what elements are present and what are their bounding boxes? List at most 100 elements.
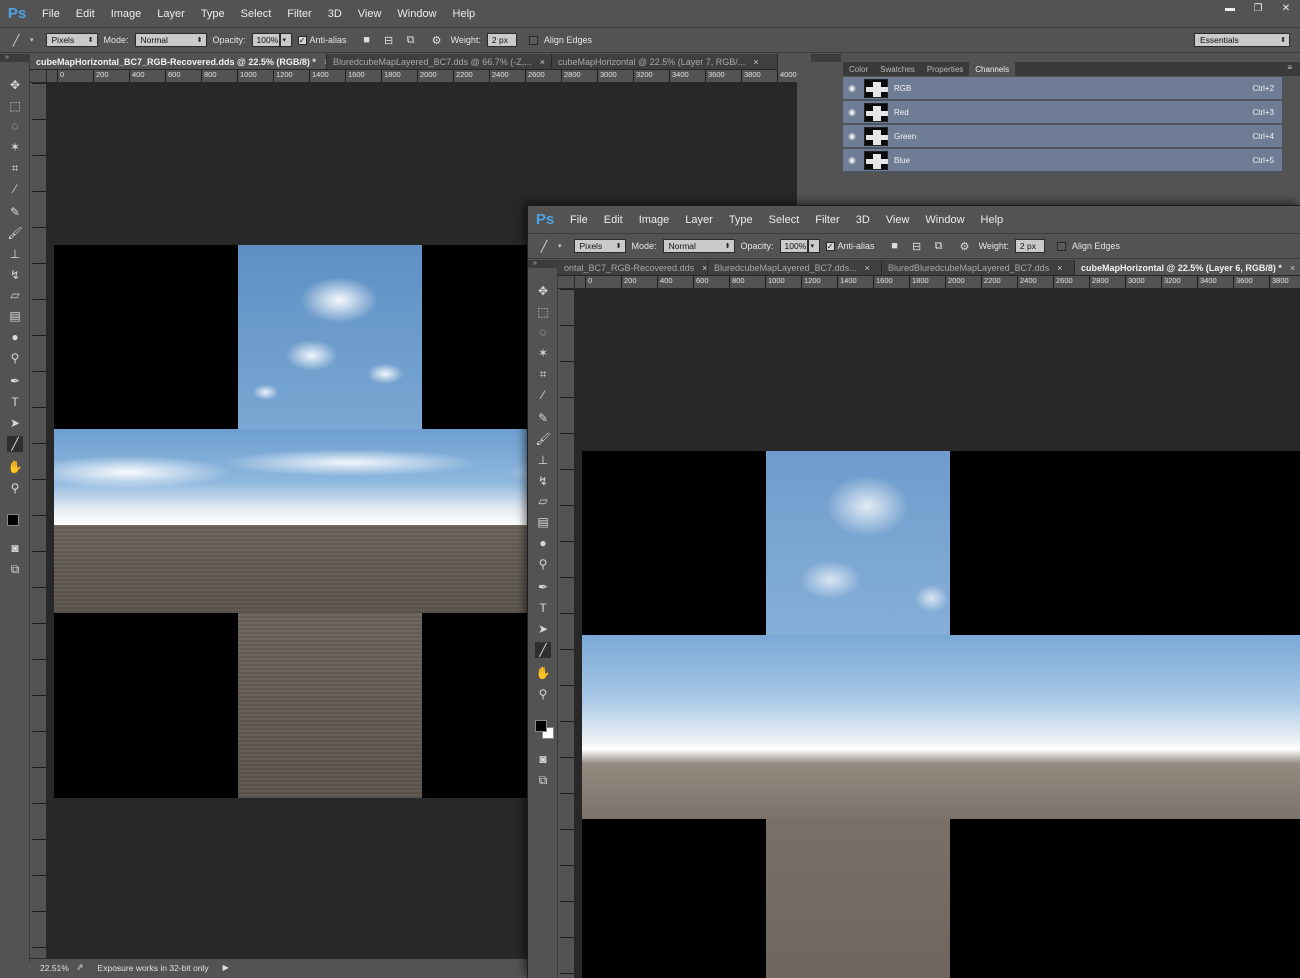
antialias-checkbox[interactable]: ✓ bbox=[825, 241, 835, 251]
tab-document-blured[interactable]: BluredcubeMapLayered_BC7.dds... × bbox=[708, 260, 882, 275]
panel-tab-swatches[interactable]: Swatches bbox=[874, 62, 921, 76]
tab-document-recovered[interactable]: ontal_BC7_RGB-Recovered.dds × bbox=[558, 260, 708, 275]
tab-close-icon[interactable]: × bbox=[753, 57, 758, 67]
hand-tool-icon[interactable]: ✋ bbox=[535, 665, 551, 681]
menu-image[interactable]: Image bbox=[103, 8, 150, 20]
eraser-tool-icon[interactable]: ▱ bbox=[7, 287, 23, 303]
tab-document-recovered[interactable]: cubeMapHorizontal_BC7_RGB-Recovered.dds … bbox=[30, 54, 327, 69]
panel-tab-properties[interactable]: Properties bbox=[921, 62, 969, 76]
tab-close-icon[interactable]: × bbox=[1290, 263, 1295, 273]
move-tool-icon[interactable]: ✥ bbox=[535, 283, 551, 299]
restore-button[interactable]: ❐ bbox=[1244, 0, 1272, 17]
line-tool-preset-icon[interactable]: ╱ bbox=[536, 238, 552, 254]
path-operations-icon[interactable]: ■ bbox=[359, 32, 375, 48]
blend-mode-select[interactable]: Normal ⬍ bbox=[134, 33, 207, 47]
blend-mode-select[interactable]: Normal ⬍ bbox=[662, 239, 735, 253]
pen-tool-icon[interactable]: ✒ bbox=[535, 579, 551, 595]
gradient-tool-icon[interactable]: ▤ bbox=[7, 308, 23, 324]
tab-document-cubemap[interactable]: cubeMapHorizontal @ 22.5% (Layer 7, RGB/… bbox=[552, 54, 778, 69]
foreground-color-swatch[interactable] bbox=[7, 514, 19, 526]
gear-icon[interactable]: ⚙ bbox=[429, 32, 445, 48]
weight-input[interactable]: 2 px bbox=[1014, 239, 1045, 253]
clone-stamp-tool-icon[interactable]: ⊥ bbox=[535, 452, 551, 468]
document-canvas[interactable] bbox=[575, 289, 1300, 978]
tab-document-blured[interactable]: BluredcubeMapLayered_BC7.dds @ 66.7% (-Z… bbox=[327, 54, 552, 69]
preset-chevron-icon[interactable]: ▾ bbox=[30, 36, 34, 44]
menu-window[interactable]: Window bbox=[389, 8, 444, 20]
brush-tool-icon[interactable]: 🖌 bbox=[535, 431, 551, 447]
quick-mask-icon[interactable]: ◙ bbox=[7, 540, 23, 556]
clone-stamp-tool-icon[interactable]: ⊥ bbox=[7, 246, 23, 262]
gradient-tool-icon[interactable]: ▤ bbox=[535, 514, 551, 530]
tab-document-double-blured[interactable]: BluredBluredcubeMapLayered_BC7.dds × bbox=[882, 260, 1075, 275]
marquee-tool-icon[interactable]: ⬚ bbox=[535, 304, 551, 320]
align-edges-checkbox[interactable] bbox=[1056, 241, 1066, 251]
menu-3d[interactable]: 3D bbox=[320, 8, 350, 20]
tab-close-icon[interactable]: × bbox=[1057, 263, 1062, 273]
weight-input[interactable]: 2 px bbox=[486, 33, 517, 47]
foreground-color-swatch[interactable] bbox=[535, 720, 547, 732]
menu-help[interactable]: Help bbox=[973, 214, 1012, 226]
visibility-eye-icon[interactable]: ◉ bbox=[843, 107, 861, 118]
lasso-tool-icon[interactable]: ◌ bbox=[7, 118, 23, 134]
history-brush-tool-icon[interactable]: ↯ bbox=[7, 267, 23, 283]
hand-tool-icon[interactable]: ✋ bbox=[7, 459, 23, 475]
preset-chevron-icon[interactable]: ▾ bbox=[558, 242, 562, 250]
antialias-checkbox[interactable]: ✓ bbox=[297, 35, 307, 45]
menu-type[interactable]: Type bbox=[193, 8, 233, 20]
toolbar-collapse-icon[interactable]: » bbox=[528, 260, 558, 268]
dock-collapse-strip[interactable] bbox=[811, 54, 841, 62]
eyedropper-tool-icon[interactable]: ⁄ bbox=[535, 387, 551, 403]
crop-tool-icon[interactable]: ⌗ bbox=[535, 366, 551, 382]
channel-row-rgb[interactable]: ◉ RGB Ctrl+2 bbox=[843, 77, 1282, 100]
marquee-tool-icon[interactable]: ⬚ bbox=[7, 98, 23, 114]
channel-row-green[interactable]: ◉ Green Ctrl+4 bbox=[843, 125, 1282, 148]
line-tool-icon[interactable]: ╱ bbox=[7, 436, 23, 452]
type-tool-icon[interactable]: T bbox=[535, 600, 551, 616]
tab-close-icon[interactable]: × bbox=[865, 263, 870, 273]
healing-brush-tool-icon[interactable]: ✎ bbox=[535, 410, 551, 426]
path-arrangement-icon[interactable]: ⧉ bbox=[403, 32, 419, 48]
opacity-dropdown-button[interactable]: ▾ bbox=[807, 239, 820, 253]
path-selection-tool-icon[interactable]: ➤ bbox=[535, 621, 551, 637]
magic-wand-tool-icon[interactable]: ✶ bbox=[535, 345, 551, 361]
path-alignment-icon[interactable]: ⊟ bbox=[381, 32, 397, 48]
panel-tab-channels[interactable]: Channels bbox=[969, 62, 1016, 76]
line-tool-preset-icon[interactable]: ╱ bbox=[8, 32, 24, 48]
history-brush-tool-icon[interactable]: ↯ bbox=[535, 473, 551, 489]
menu-window[interactable]: Window bbox=[917, 214, 972, 226]
pen-tool-icon[interactable]: ✒ bbox=[7, 373, 23, 389]
menu-help[interactable]: Help bbox=[445, 8, 484, 20]
menu-image[interactable]: Image bbox=[631, 214, 678, 226]
opacity-input[interactable]: 100% bbox=[779, 239, 808, 253]
channel-row-blue[interactable]: ◉ Blue Ctrl+5 bbox=[843, 149, 1282, 172]
tab-close-icon[interactable]: × bbox=[540, 57, 545, 67]
menu-layer[interactable]: Layer bbox=[149, 8, 193, 20]
menu-edit[interactable]: Edit bbox=[596, 214, 631, 226]
menu-file[interactable]: File bbox=[562, 214, 596, 226]
type-tool-icon[interactable]: T bbox=[7, 394, 23, 410]
channel-row-red[interactable]: ◉ Red Ctrl+3 bbox=[843, 101, 1282, 124]
menu-edit[interactable]: Edit bbox=[68, 8, 103, 20]
visibility-eye-icon[interactable]: ◉ bbox=[843, 83, 861, 94]
move-tool-icon[interactable]: ✥ bbox=[7, 77, 23, 93]
workspace-select[interactable]: Essentials ⬍ bbox=[1194, 33, 1290, 47]
path-alignment-icon[interactable]: ⊟ bbox=[909, 238, 925, 254]
path-selection-tool-icon[interactable]: ➤ bbox=[7, 415, 23, 431]
menu-select[interactable]: Select bbox=[233, 8, 280, 20]
crop-tool-icon[interactable]: ⌗ bbox=[7, 160, 23, 176]
menu-layer[interactable]: Layer bbox=[677, 214, 721, 226]
shape-mode-select[interactable]: Pixels ⬍ bbox=[45, 33, 98, 47]
visibility-eye-icon[interactable]: ◉ bbox=[843, 155, 861, 166]
panel-tab-color[interactable]: Color bbox=[843, 62, 874, 76]
healing-brush-tool-icon[interactable]: ✎ bbox=[7, 204, 23, 220]
gear-icon[interactable]: ⚙ bbox=[957, 238, 973, 254]
menu-select[interactable]: Select bbox=[761, 214, 808, 226]
magic-wand-tool-icon[interactable]: ✶ bbox=[7, 139, 23, 155]
align-edges-checkbox[interactable] bbox=[528, 35, 538, 45]
menu-filter[interactable]: Filter bbox=[807, 214, 847, 226]
opacity-dropdown-button[interactable]: ▾ bbox=[279, 33, 292, 47]
path-arrangement-icon[interactable]: ⧉ bbox=[931, 238, 947, 254]
tab-close-icon[interactable]: × bbox=[702, 263, 707, 273]
screen-mode-icon[interactable]: ⧉ bbox=[7, 561, 23, 577]
